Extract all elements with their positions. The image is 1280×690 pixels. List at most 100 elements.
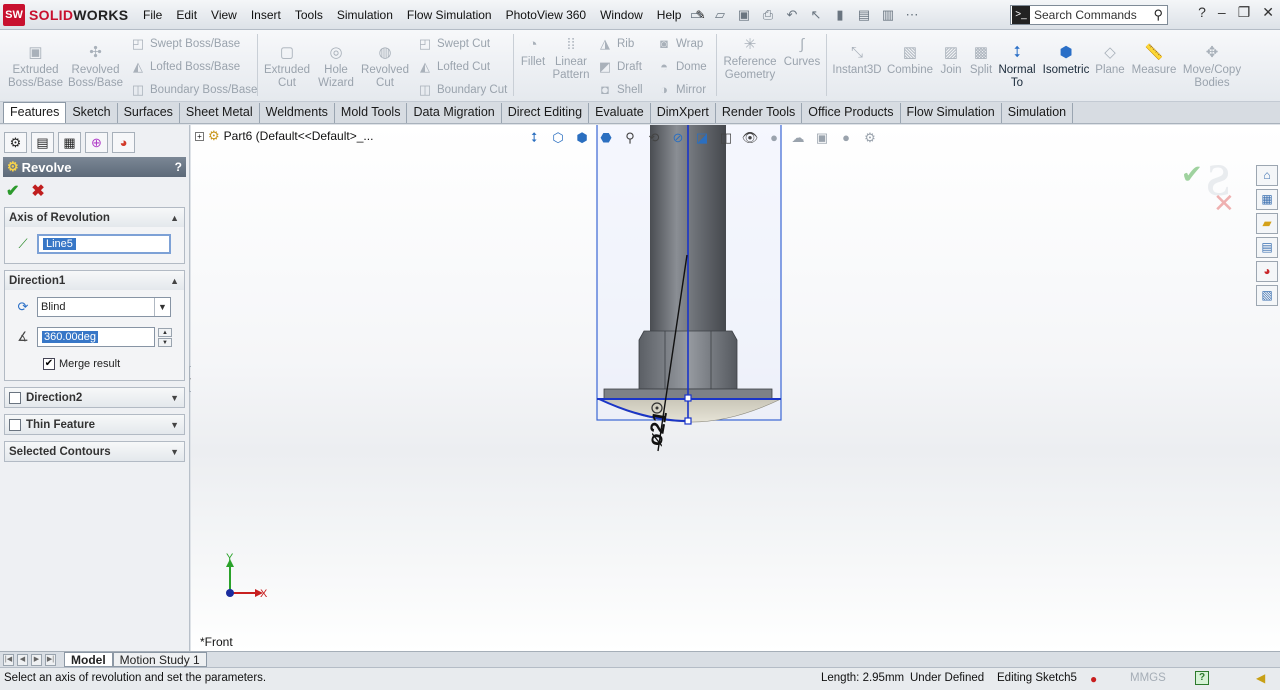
selected-contours-header[interactable]: Selected Contours ▼ — [5, 442, 184, 461]
tab-motion-study[interactable]: Motion Study 1 — [112, 652, 207, 667]
dynamic-annotation-icon[interactable]: ⊘ — [669, 129, 687, 147]
zoom-icon[interactable]: ⚲ — [621, 129, 639, 147]
tab-surfaces[interactable]: Surfaces — [118, 103, 180, 123]
direction1-header[interactable]: Direction1 ▲ — [5, 271, 184, 290]
instant3d-button[interactable]: ⤡ Instant3D — [830, 44, 884, 77]
expand-chevron-icon[interactable]: ▼ — [170, 393, 179, 403]
tab-flow-simulation[interactable]: Flow Simulation — [901, 103, 1002, 123]
file-explorer-icon[interactable]: ▰ — [1256, 213, 1278, 234]
dimxpert-manager-icon[interactable]: ⊕ — [85, 132, 108, 153]
view-palette-icon[interactable]: ▤ — [1256, 237, 1278, 258]
last-tab-icon[interactable]: ▶| — [45, 653, 56, 666]
rebuild-icon[interactable]: ▮ — [830, 6, 850, 24]
tab-model[interactable]: Model — [64, 652, 113, 667]
shell-button[interactable]: ◘ Shell — [597, 82, 643, 97]
normal-to-button[interactable]: ⭥ Normal To — [998, 44, 1036, 90]
tab-direct-editing[interactable]: Direct Editing — [502, 103, 590, 123]
doc-close-icon[interactable]: ✕ — [1261, 125, 1272, 127]
dome-button[interactable]: ◓ Dome — [656, 59, 707, 74]
options-icon[interactable]: ▥ — [878, 6, 898, 24]
join-button[interactable]: ▨ Join — [936, 44, 966, 77]
endpoint-handle[interactable] — [684, 394, 692, 402]
minimize-icon[interactable]: – — [1218, 4, 1226, 21]
tab-weldments[interactable]: Weldments — [260, 103, 335, 123]
tab-office-products[interactable]: Office Products — [802, 103, 901, 123]
direction2-checkbox[interactable] — [9, 391, 21, 404]
measure-button[interactable]: 📏 Measure — [1128, 44, 1180, 77]
plane-button[interactable]: ◇ Plane — [1094, 44, 1126, 77]
tile-icon[interactable]: ▭ — [1178, 125, 1190, 127]
endpoint-handle[interactable] — [684, 417, 692, 425]
search-icon[interactable]: ⚲ — [1153, 7, 1163, 23]
doc-minimize-icon[interactable]: – — [1222, 125, 1229, 127]
revolved-boss-button[interactable]: ✣ Revolved Boss/Base — [68, 44, 123, 90]
cascade-icon[interactable]: ▭ — [1200, 125, 1212, 127]
draft-button[interactable]: ◩ Draft — [597, 59, 642, 75]
select-icon[interactable]: ↖ — [806, 6, 826, 24]
section-view-icon[interactable]: ⬣ — [597, 129, 615, 147]
tab-features[interactable]: Features — [3, 102, 67, 123]
expand-chevron-icon[interactable]: ▼ — [170, 420, 179, 430]
design-library-icon[interactable]: ▦ — [1256, 189, 1278, 210]
tab-render-tools[interactable]: Render Tools — [716, 103, 803, 123]
shadows-icon[interactable]: ⚙ — [861, 129, 879, 147]
next-tab-icon[interactable]: ▶ — [31, 653, 42, 666]
search-input[interactable]: Search Commands — [1034, 8, 1153, 22]
extruded-cut-button[interactable]: ▢ Extruded Cut — [262, 44, 312, 90]
view-settings-icon[interactable]: ▣ — [813, 129, 831, 147]
split-button[interactable]: ▩ Split — [966, 44, 996, 77]
axis-selection-box[interactable]: Line5 — [37, 234, 171, 254]
end-condition-select[interactable]: Blind ▼ — [37, 297, 171, 317]
curves-button[interactable]: ∫ Curves — [782, 36, 822, 69]
cancel-x-icon[interactable]: ✖ — [31, 181, 44, 201]
thin-feature-checkbox[interactable] — [9, 418, 21, 431]
new-document-icon[interactable]: ▭ — [686, 6, 706, 24]
appearances-icon[interactable]: ◕ — [1256, 261, 1278, 282]
menu-window[interactable]: Window — [593, 8, 650, 22]
help-icon[interactable]: ? — [1198, 4, 1206, 21]
boundary-boss-button[interactable]: ◫ Boundary Boss/Base — [130, 82, 258, 98]
revolved-cut-button[interactable]: ◍ Revolved Cut — [360, 44, 410, 90]
first-tab-icon[interactable]: |◀ — [3, 653, 14, 666]
angle-input[interactable]: 360.00deg — [37, 327, 155, 347]
property-manager-icon[interactable]: ▤ — [31, 132, 54, 153]
spin-up-icon[interactable]: ▲ — [158, 327, 172, 337]
display-style-icon[interactable]: ◫ — [717, 129, 735, 147]
configuration-manager-icon[interactable]: ▦ — [58, 132, 81, 153]
lofted-cut-button[interactable]: ◭ Lofted Cut — [417, 59, 490, 75]
swept-cut-button[interactable]: ◰ Swept Cut — [417, 36, 490, 52]
hole-wizard-button[interactable]: ◎ Hole Wizard — [313, 44, 359, 90]
angle-spinner[interactable]: ▲ ▼ — [158, 327, 172, 347]
print-icon[interactable]: ⎙ — [758, 6, 778, 24]
rotate-icon[interactable]: ⟲ — [645, 129, 663, 147]
rebuild-status-icon[interactable]: ● — [1090, 672, 1097, 686]
fillet-button[interactable]: ◔ Fillet — [518, 36, 548, 69]
zoom-to-fit-icon[interactable]: ⭥ — [525, 129, 543, 147]
home-icon[interactable]: ⌂ — [1256, 165, 1278, 186]
display-manager-icon[interactable]: ◕ — [112, 132, 135, 153]
expand-chevron-icon[interactable]: ▼ — [170, 447, 179, 457]
prev-tab-icon[interactable]: ◀ — [17, 653, 28, 666]
wrap-button[interactable]: ◙ Wrap — [656, 36, 703, 51]
tab-dimxpert[interactable]: DimXpert — [651, 103, 716, 123]
dropdown-arrow-icon[interactable]: ▼ — [154, 298, 170, 316]
unit-system[interactable]: MMGS — [1130, 672, 1166, 684]
view-orientation-icon[interactable]: ◪ — [693, 129, 711, 147]
extruded-boss-button[interactable]: ▣ Extruded Boss/Base — [8, 44, 63, 90]
tab-mold-tools[interactable]: Mold Tools — [335, 103, 408, 123]
boundary-cut-button[interactable]: ◫ Boundary Cut — [417, 82, 507, 98]
checkbox-checked-icon[interactable]: ✔ — [43, 358, 55, 370]
lofted-boss-button[interactable]: ◭ Lofted Boss/Base — [130, 59, 240, 75]
close-icon[interactable]: ✕ — [1262, 4, 1274, 21]
undo-icon[interactable]: ↶ — [782, 6, 802, 24]
feature-manager-icon[interactable]: ⚙ — [4, 132, 27, 153]
restore-icon[interactable]: ❐ — [1238, 4, 1251, 21]
doc-restore-icon[interactable]: ❐ — [1239, 125, 1251, 127]
feature-tree-flyout[interactable]: + ⚙ Part6 (Default<<Default>_... — [195, 128, 373, 144]
help-button[interactable]: ? — [175, 160, 182, 174]
collapse-chevron-icon[interactable]: ▲ — [170, 213, 179, 223]
thin-feature-header[interactable]: Thin Feature ▼ — [5, 415, 184, 434]
more-icon[interactable]: ⋯ — [902, 6, 922, 24]
expand-icon[interactable]: + — [195, 131, 204, 141]
isometric-button[interactable]: ⬢ Isometric — [1040, 44, 1092, 77]
